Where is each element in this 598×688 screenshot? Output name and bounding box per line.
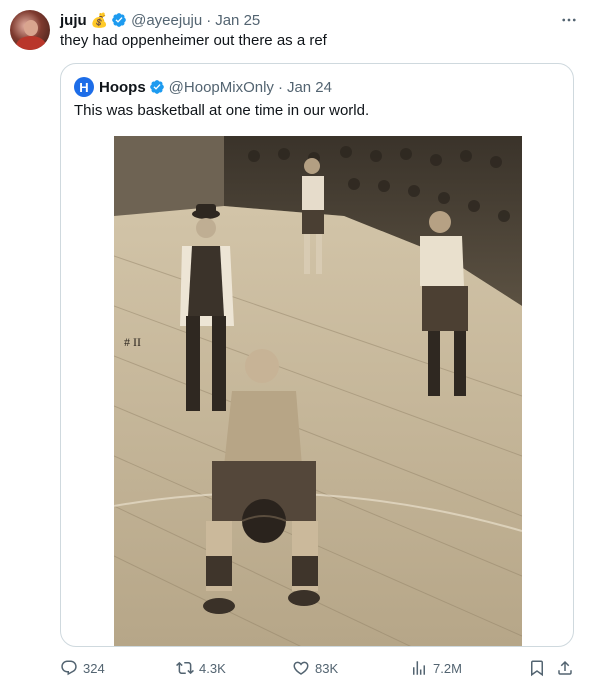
author-handle[interactable]: @ayeejuju: [131, 12, 202, 29]
reply-button[interactable]: 324: [60, 659, 105, 677]
quoted-author-name: Hoops: [99, 78, 146, 96]
reply-icon: [61, 660, 77, 676]
separator-dot: ·: [277, 78, 283, 96]
verified-badge-icon: [149, 80, 164, 94]
retweet-count: 4.3K: [199, 660, 226, 676]
retweet-icon: [176, 661, 194, 675]
avatar-face: [24, 20, 38, 36]
photo-illustration: # II: [114, 136, 522, 646]
quoted-avatar: H: [74, 77, 94, 97]
verified-badge-icon: [112, 13, 126, 27]
retweet-button[interactable]: 4.3K: [176, 659, 226, 677]
action-bar: 324 4.3K 83K 7.2M: [60, 656, 580, 680]
quoted-header: H Hoops @HoopMixOnly · Jan 24: [74, 77, 332, 97]
more-options-icon[interactable]: [558, 10, 580, 30]
more-horizontal-icon: [562, 18, 576, 22]
quoted-handle: @HoopMixOnly: [168, 78, 274, 96]
reply-count: 324: [83, 660, 105, 676]
like-button[interactable]: 83K: [292, 659, 338, 677]
author-name[interactable]: juju: [60, 12, 87, 29]
views-button[interactable]: 7.2M: [410, 659, 462, 677]
basketball-photo[interactable]: # II: [114, 136, 522, 646]
share-button[interactable]: [556, 659, 579, 677]
views-count: 7.2M: [433, 660, 462, 676]
like-count: 83K: [315, 660, 339, 676]
views-chart-icon: [413, 661, 425, 675]
bookmark-icon: [531, 660, 543, 677]
separator-dot: ·: [206, 11, 212, 29]
quoted-tweet[interactable]: H Hoops @HoopMixOnly · Jan 24 This was b…: [60, 63, 574, 647]
author-avatar[interactable]: [10, 10, 50, 50]
avatar-shirt: [16, 36, 46, 50]
bookmark-button[interactable]: [528, 659, 551, 677]
quoted-text: This was basketball at one time in our w…: [74, 102, 370, 119]
photo-marking: # II: [124, 335, 141, 349]
tweet-text: they had oppenheimer out there as a ref: [60, 32, 327, 49]
tweet-date[interactable]: Jan 25: [215, 12, 260, 29]
quoted-date: Jan 24: [286, 78, 332, 96]
tweet-header: juju 💰 @ayeejuju · Jan 25: [60, 10, 260, 30]
heart-icon: [293, 661, 309, 675]
share-icon: [558, 660, 572, 675]
money-bag-emoji: 💰: [90, 11, 109, 28]
